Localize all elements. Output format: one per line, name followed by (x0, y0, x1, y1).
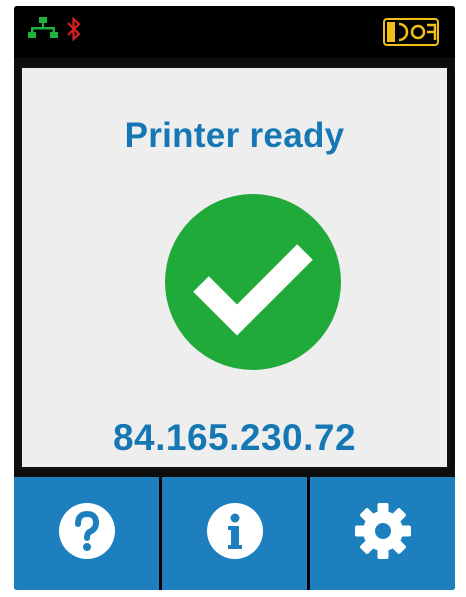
bluetooth-icon (66, 16, 82, 47)
battery-icon (383, 16, 441, 53)
status-screen: Printer ready 84.165.230.72 (20, 66, 449, 469)
info-button[interactable] (162, 477, 307, 590)
status-title: Printer ready (124, 116, 345, 155)
ip-address: 84.165.230.72 (112, 417, 357, 458)
settings-gear-icon (352, 500, 414, 567)
checkmark-circle-icon (163, 192, 343, 372)
status-bar (14, 6, 455, 58)
help-button[interactable] (14, 477, 159, 590)
bottom-toolbar (14, 477, 455, 590)
info-icon (204, 500, 266, 567)
help-icon (56, 500, 118, 567)
settings-button[interactable] (310, 477, 455, 590)
printer-display: Printer ready 84.165.230.72 (14, 6, 455, 590)
network-icon (28, 16, 58, 45)
